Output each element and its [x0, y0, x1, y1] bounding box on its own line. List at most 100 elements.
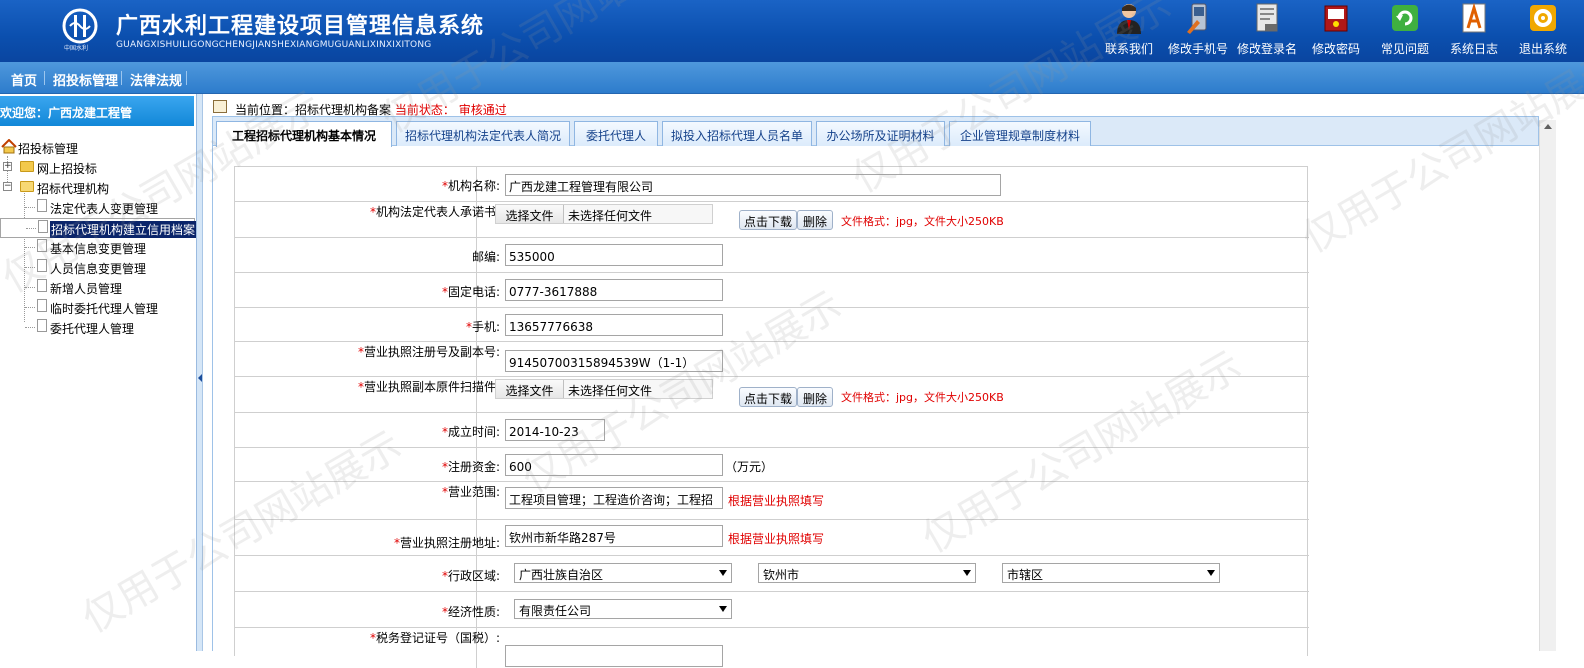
tree-item-new-personnel[interactable]: 新增人员管理 [0, 278, 195, 296]
folder-icon [20, 161, 34, 172]
system-title: 广西水利工程建设项目管理信息系统 [116, 14, 485, 39]
contact-us-button[interactable]: 联系我们 [1094, 2, 1164, 60]
capital-unit: （万元） [725, 460, 774, 474]
form-row-tax-no: *税务登记证号（国税）: [235, 628, 1309, 668]
form-row-license-scan: *营业执照副本原件扫描件: 选择文件 未选择任何文件 点击下载 删除 文件格式：… [235, 377, 1309, 413]
tree-item-temp-agent[interactable]: 临时委托代理人管理 [0, 298, 195, 316]
tree-node-label: 招标代理机构 [37, 182, 110, 196]
founded-label: *成立时间: [441, 425, 500, 439]
gear-exit-icon [1530, 5, 1556, 31]
system-log-button[interactable]: 系统日志 [1439, 2, 1509, 60]
download-button[interactable]: 点击下载 [739, 210, 797, 230]
region-label: *行政区域: [441, 569, 500, 583]
econ-type-select[interactable]: 有限责任公司 [514, 599, 732, 619]
collapse-arrow-icon [198, 374, 202, 382]
scope-hint: 根据营业执照填写 [728, 494, 825, 508]
status-value: 审核通过 [458, 103, 507, 117]
tree-line [25, 247, 35, 248]
nav-laws-regulations[interactable]: 法律法规 [130, 70, 182, 89]
district-select[interactable]: 市辖区 [1002, 563, 1220, 583]
tree-node-label: 法定代表人变更管理 [50, 202, 159, 216]
form-row-rep-letter: *机构法定代表人承诺书: 选择文件 未选择任何文件 点击下载 删除 文件格式：j… [235, 202, 1309, 238]
download-button[interactable]: 点击下载 [739, 387, 797, 407]
form-row-scope: *营业范围: 根据营业执照填写 [235, 482, 1309, 520]
tree-node-root[interactable]: 招投标管理 [0, 138, 195, 156]
nav-bidding-management[interactable]: 招投标管理 [53, 70, 118, 89]
contact-person-icon [1117, 4, 1141, 34]
dropdown-arrow-icon [719, 570, 727, 576]
nav-divider [44, 71, 45, 85]
choose-file-button[interactable]: 选择文件 [496, 205, 564, 223]
tax-no-label: *税务登记证号（国税）: [369, 631, 500, 645]
page-icon [37, 319, 47, 332]
tab-bar: 工程招标代理机构基本情况 招标代理机构法定代表人简况 委托代理人 拟投入招标代理… [212, 116, 1539, 147]
tab-legal-rep[interactable]: 招标代理机构法定代表人简况 [396, 121, 570, 146]
address-input[interactable] [505, 525, 723, 547]
tree-node-agency[interactable]: − 招标代理机构 [0, 178, 195, 196]
capital-label: *注册资金: [441, 460, 500, 474]
tree-item-basic-info-change[interactable]: 基本信息变更管理 [0, 238, 195, 256]
province-select[interactable]: 广西壮族自治区 [514, 563, 732, 583]
scope-label: *营业范围: [441, 485, 500, 499]
mobile-label: *手机: [465, 320, 500, 334]
address-label: *营业执照注册地址: [393, 536, 500, 550]
welcome-banner: 欢迎您：广西龙建工程管 [0, 96, 194, 126]
tree-node-label: 临时委托代理人管理 [50, 302, 159, 316]
page-icon [37, 199, 47, 212]
tab-regulations[interactable]: 企业管理规章制度材料 [949, 121, 1091, 146]
tree-node-label: 网上招投标 [37, 162, 98, 176]
tree-item-legal-rep-change[interactable]: 法定代表人变更管理 [0, 198, 195, 216]
main-nav: 首页 招投标管理 法律法规 [0, 62, 1584, 94]
tree-node-online-bidding[interactable]: + 网上招投标 [0, 158, 195, 176]
rep-letter-file-picker[interactable]: 选择文件 未选择任何文件 [495, 204, 713, 224]
choose-file-button[interactable]: 选择文件 [496, 380, 564, 398]
rep-letter-label: *机构法定代表人承诺书: [369, 205, 500, 219]
form-row-capital: *注册资金: （万元） [235, 448, 1309, 482]
page-icon [37, 239, 47, 252]
city-select[interactable]: 钦州市 [758, 563, 976, 583]
tree-line [25, 267, 35, 268]
open-folder-icon [20, 181, 34, 192]
tab-basic-info[interactable]: 工程招标代理机构基本情况 [216, 121, 392, 147]
capital-input[interactable] [505, 454, 723, 476]
log-document-icon [1462, 2, 1486, 33]
tree-node-label: 新增人员管理 [50, 282, 123, 296]
expand-plus-icon: + [3, 161, 12, 171]
status-label: 当前状态： [394, 103, 455, 117]
tree-item-personnel-change[interactable]: 人员信息变更管理 [0, 258, 195, 276]
tab-staff-list[interactable]: 拟投入招标代理人员名单 [662, 121, 812, 146]
license-scan-file-picker[interactable]: 选择文件 未选择任何文件 [495, 379, 713, 399]
password-book-icon [1324, 5, 1348, 32]
change-login-name-button[interactable]: 修改登录名 [1232, 2, 1302, 60]
delete-button[interactable]: 删除 [797, 210, 833, 230]
tab-agents[interactable]: 委托代理人 [574, 121, 658, 146]
phone-input[interactable] [505, 279, 723, 301]
tab-office-materials[interactable]: 办公场所及证明材料 [816, 121, 945, 146]
tax-no-input[interactable] [505, 645, 723, 667]
scope-input[interactable] [505, 487, 723, 509]
change-phone-button[interactable]: 修改手机号 [1163, 2, 1233, 60]
delete-button[interactable]: 删除 [797, 387, 833, 407]
postcode-input[interactable] [505, 244, 723, 266]
exit-system-button[interactable]: 退出系统 [1508, 2, 1578, 60]
form-row-mobile: *手机: [235, 308, 1309, 342]
org-name-input[interactable] [505, 174, 1001, 196]
page-icon [38, 220, 48, 233]
tree-item-agent[interactable]: 委托代理人管理 [0, 318, 195, 336]
tree-line [25, 207, 35, 208]
nav-divider [121, 71, 122, 85]
location-icon [213, 100, 227, 113]
tab-content: *机构名称: *机构法定代表人承诺书: 选择文件 未选择任何文件 点击下载 删除… [212, 146, 1539, 668]
license-no-input[interactable] [505, 350, 723, 372]
faq-button[interactable]: 常见问题 [1370, 2, 1440, 60]
nav-home[interactable]: 首页 [11, 70, 37, 89]
tree-item-credit-file[interactable]: 招标代理机构建立信用档案 [0, 218, 197, 238]
econ-type-label: *经济性质: [441, 605, 500, 619]
vertical-scrollbar[interactable] [1539, 120, 1556, 651]
change-password-button[interactable]: 修改密码 [1301, 2, 1371, 60]
license-no-label: *营业执照注册号及副本号: [357, 345, 500, 359]
tree-line [25, 307, 35, 308]
dropdown-arrow-icon [719, 606, 727, 612]
mobile-input[interactable] [505, 314, 723, 336]
founded-date-input[interactable] [505, 419, 605, 441]
